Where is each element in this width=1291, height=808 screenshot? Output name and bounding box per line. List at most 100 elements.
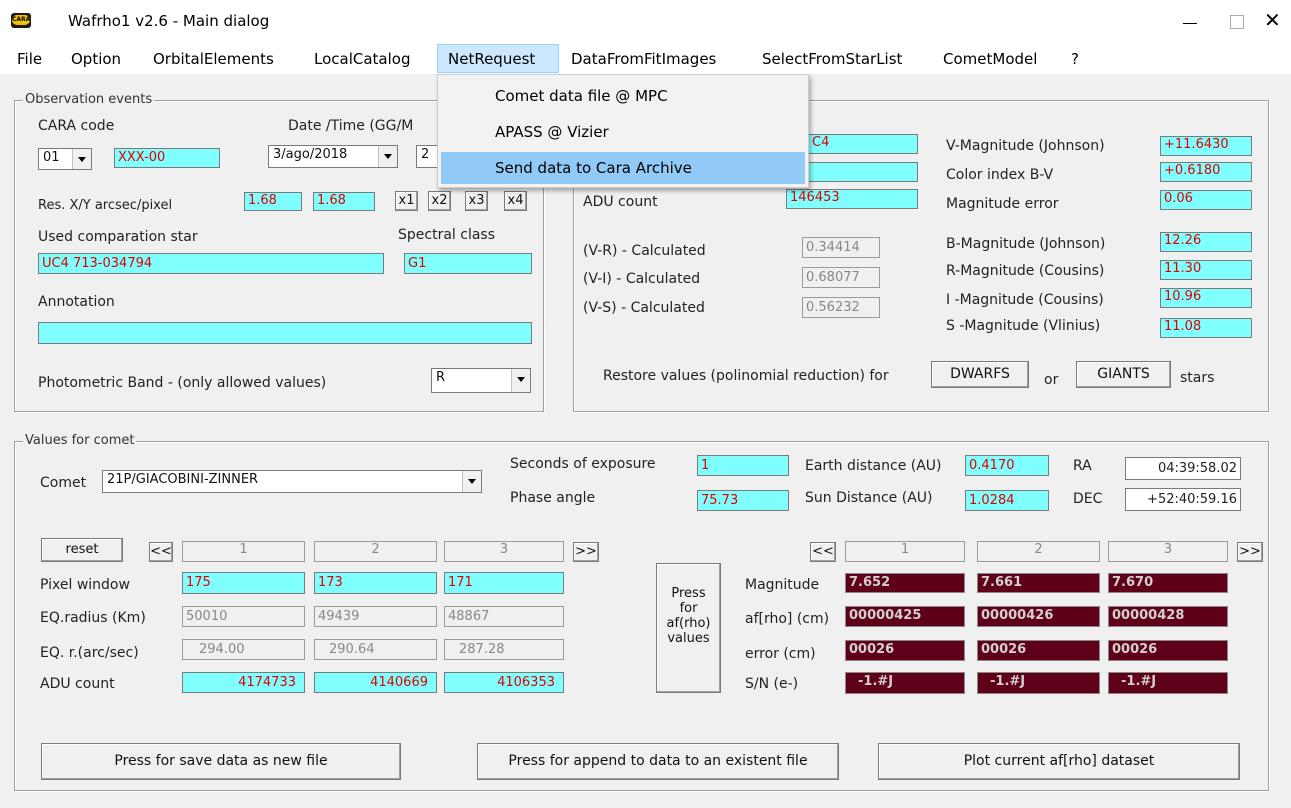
app-icon: CARA <box>11 13 31 28</box>
dec-field: +52:40:59.16 <box>1125 488 1241 511</box>
comparation-star-label: Used comparation star <box>38 229 198 245</box>
magnitude-3: 7.670 <box>1108 573 1228 593</box>
press-afrho-line-3: af(rho) <box>666 616 711 631</box>
vs-label: (V-S) - Calculated <box>583 300 705 316</box>
comet-select[interactable]: 21P/GIACOBINI-ZINNER <box>102 470 482 493</box>
dec-label: DEC <box>1073 491 1103 507</box>
column-header-3: 3 <box>444 541 564 562</box>
bmag-field[interactable]: 12.26 <box>1160 232 1252 252</box>
vmag-field[interactable]: +11.6430 <box>1160 136 1252 156</box>
adu-count-2[interactable]: 4140669 <box>314 672 437 693</box>
adu-count-label: ADU count <box>40 676 115 692</box>
menu-item-comet-data-mpc[interactable]: Comet data file @ MPC <box>441 80 805 112</box>
maximize-icon[interactable] <box>1230 15 1244 29</box>
adu-count-1[interactable]: 4174733 <box>182 672 305 693</box>
smag-label: S -Magnitude (Vlinius) <box>946 318 1101 334</box>
menu-item-send-cara-archive[interactable]: Send data to Cara Archive <box>441 152 805 184</box>
date-select[interactable]: 3/ago/2018 <box>268 145 398 168</box>
plot-afrho-button[interactable]: Plot current af[rho] dataset <box>878 743 1240 780</box>
cara-code-label: CARA code <box>38 118 115 134</box>
group-title: Values for comet <box>23 433 137 448</box>
dwarfs-button[interactable]: DWARFS <box>931 361 1029 388</box>
cara-number-value: 01 <box>43 150 60 165</box>
phase-angle-field[interactable]: 75.73 <box>697 490 789 511</box>
photometric-band-value: R <box>436 370 446 385</box>
menu-selectfromstarlist[interactable]: SelectFromStarList <box>762 50 902 68</box>
error-cm-1: 00026 <box>845 640 965 661</box>
right-prev-page-button[interactable]: << <box>810 542 836 562</box>
menu-netrequest[interactable]: NetRequest <box>448 50 535 68</box>
restore-label: Restore values (polinomial reduction) fo… <box>603 368 889 384</box>
pixel-window-1[interactable]: 175 <box>182 572 305 594</box>
stars-label: stars <box>1180 370 1215 386</box>
signal-noise-2: -1.#J <box>977 672 1100 694</box>
chevron-down-icon <box>378 146 397 167</box>
phase-angle-label: Phase angle <box>510 490 596 506</box>
giants-button[interactable]: GIANTS <box>1076 361 1171 388</box>
zoom-x4-button[interactable]: x4 <box>504 191 527 211</box>
rmag-field[interactable]: 11.30 <box>1160 260 1252 280</box>
eq-r-arcsec-2: 290.64 <box>314 639 437 660</box>
menu-orbitalelements[interactable]: OrbitalElements <box>153 50 274 68</box>
imag-field[interactable]: 10.96 <box>1160 288 1252 308</box>
imag-label: I -Magnitude (Cousins) <box>946 292 1104 308</box>
pixel-window-3[interactable]: 171 <box>444 572 564 594</box>
eq-r-arcsec-label: EQ. r.(arc/sec) <box>40 645 139 661</box>
app-icon-text: CARA <box>12 15 30 25</box>
menu-datafromfitimages[interactable]: DataFromFitImages <box>571 50 716 68</box>
zoom-x2-button[interactable]: x2 <box>428 191 451 211</box>
star-adu-field[interactable]: 146453 <box>786 189 918 209</box>
zoom-x3-button[interactable]: x3 <box>465 191 488 211</box>
error-cm-2: 00026 <box>977 640 1100 661</box>
annotation-field[interactable] <box>38 322 532 344</box>
right-column-header-3: 3 <box>1108 541 1228 562</box>
sun-distance-field[interactable]: 1.0284 <box>965 490 1049 511</box>
earth-distance-field[interactable]: 0.4170 <box>965 455 1049 476</box>
signal-noise-1: -1.#J <box>845 672 965 694</box>
sun-distance-label: Sun Distance (AU) <box>805 490 933 506</box>
ra-label: RA <box>1073 458 1092 474</box>
save-new-file-button[interactable]: Press for save data as new file <box>41 743 401 780</box>
res-y-field[interactable]: 1.68 <box>313 192 375 211</box>
spectral-class-field[interactable]: G1 <box>404 253 532 274</box>
right-column-header-2: 2 <box>977 541 1100 562</box>
prev-page-button[interactable]: << <box>149 542 173 562</box>
press-afrho-button[interactable]: Press for af(rho) values <box>656 563 721 693</box>
star-catalog-field[interactable]: C4 <box>808 134 918 154</box>
zoom-x1-button[interactable]: x1 <box>395 191 418 211</box>
minimize-icon[interactable] <box>1183 23 1197 24</box>
date-value: 3/ago/2018 <box>273 147 348 162</box>
pixel-window-2[interactable]: 173 <box>314 572 437 594</box>
menu-cometmodel[interactable]: CometModel <box>943 50 1037 68</box>
append-existing-file-button[interactable]: Press for append to data to an existent … <box>477 743 839 780</box>
mag-error-field[interactable]: 0.06 <box>1160 190 1252 210</box>
eq-r-arcsec-1: 294.00 <box>182 639 305 660</box>
comet-value: 21P/GIACOBINI-ZINNER <box>107 472 259 487</box>
afrho-3: 00000428 <box>1108 606 1228 627</box>
close-icon[interactable]: ✕ <box>1264 8 1281 32</box>
menu-option[interactable]: Option <box>71 50 121 68</box>
menu-item-apass-vizier[interactable]: APASS @ Vizier <box>441 116 805 148</box>
press-afrho-line-1: Press <box>671 586 706 601</box>
smag-field[interactable]: 11.08 <box>1160 318 1252 338</box>
cara-code-field[interactable]: XXX-00 <box>114 148 220 168</box>
exposure-field[interactable]: 1 <box>697 455 789 476</box>
star-field-2[interactable] <box>808 162 918 182</box>
menu-file[interactable]: File <box>17 50 42 68</box>
comparation-star-field[interactable]: UC4 713-034794 <box>38 253 384 274</box>
next-page-button[interactable]: >> <box>573 542 599 562</box>
star-adu-label: ADU count <box>583 194 658 210</box>
menu-localcatalog[interactable]: LocalCatalog <box>314 50 410 68</box>
right-next-page-button[interactable]: >> <box>1237 542 1263 562</box>
rmag-label: R-Magnitude (Cousins) <box>946 263 1105 279</box>
bv-field[interactable]: +0.6180 <box>1160 162 1252 182</box>
menu-help[interactable]: ? <box>1071 50 1079 68</box>
ra-field: 04:39:58.02 <box>1125 457 1241 480</box>
adu-count-3[interactable]: 4106353 <box>444 672 564 693</box>
cara-number-select[interactable]: 01 <box>38 148 92 170</box>
photometric-band-select[interactable]: R <box>431 368 531 393</box>
res-x-field[interactable]: 1.68 <box>244 192 302 211</box>
magnitude-2: 7.661 <box>977 573 1100 593</box>
eq-radius-3: 48867 <box>444 606 564 627</box>
reset-button[interactable]: reset <box>41 538 123 562</box>
